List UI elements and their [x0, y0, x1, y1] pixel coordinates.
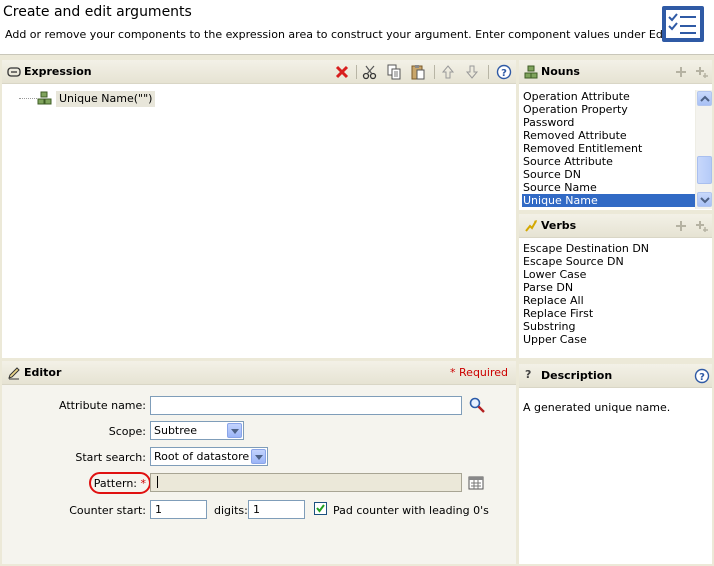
- list-item[interactable]: Escape Destination DN: [523, 242, 649, 255]
- help-icon[interactable]: ?: [694, 368, 710, 384]
- add-icon[interactable]: [675, 220, 687, 232]
- search-icon[interactable]: [468, 396, 486, 414]
- nouns-panel: Nouns Operation Attribute Operation Prop…: [519, 60, 712, 210]
- start-search-value: Root of datastore: [154, 450, 250, 463]
- start-search-label: Start search:: [75, 451, 146, 464]
- description-title: Description: [541, 369, 613, 382]
- description-text: A generated unique name.: [523, 401, 671, 414]
- editor-header: Editor * Required: [2, 361, 516, 385]
- svg-text:?: ?: [501, 68, 507, 79]
- cut-icon[interactable]: [362, 64, 378, 80]
- checklist-banner-icon: [662, 6, 704, 42]
- digits-input[interactable]: [248, 500, 305, 519]
- description-panel: ? Description ? A generated unique name.: [519, 364, 712, 564]
- scope-select[interactable]: Subtree: [150, 421, 244, 440]
- counter-start-label: Counter start:: [69, 504, 146, 517]
- nouns-title: Nouns: [541, 65, 580, 78]
- attribute-name-input[interactable]: [150, 396, 462, 415]
- list-item[interactable]: Operation Property: [523, 103, 628, 116]
- pad-counter-checkbox[interactable]: [314, 502, 327, 515]
- editor-panel: Editor * Required Attribute name: Scope:…: [2, 361, 516, 564]
- list-item[interactable]: Removed Entitlement: [523, 142, 642, 155]
- svg-text:?: ?: [699, 372, 705, 383]
- list-item[interactable]: Password: [523, 116, 574, 129]
- chevron-up-icon: [700, 95, 710, 102]
- list-item[interactable]: Replace All: [523, 294, 584, 307]
- move-down-icon[interactable]: [464, 64, 480, 80]
- delete-icon[interactable]: [334, 64, 350, 80]
- list-item[interactable]: Source DN: [523, 168, 581, 181]
- chevron-down-icon[interactable]: [227, 423, 242, 438]
- counter-start-input[interactable]: [150, 500, 207, 519]
- expression-title: Expression: [24, 65, 92, 78]
- pad-counter-label: Pad counter with leading 0's: [333, 504, 489, 517]
- scroll-up-button[interactable]: [697, 91, 712, 106]
- verbs-panel: Verbs Escape Destination DN Escape Sourc…: [519, 214, 712, 358]
- expression-header: Expression ?: [2, 60, 516, 84]
- list-item[interactable]: Lower Case: [523, 268, 586, 281]
- lightning-icon: [525, 220, 537, 232]
- help-icon[interactable]: ?: [496, 64, 512, 80]
- start-search-select[interactable]: Root of datastore: [150, 447, 268, 466]
- editor-title: Editor: [24, 366, 62, 379]
- list-item[interactable]: Operation Attribute: [523, 90, 630, 103]
- add-child-icon[interactable]: [696, 220, 708, 232]
- noun-node-icon: [37, 91, 52, 105]
- text-cursor: [157, 476, 158, 488]
- tree-connector: [19, 98, 37, 99]
- list-item[interactable]: Source Name: [523, 181, 597, 194]
- page-header: Create and edit arguments Add or remove …: [0, 0, 714, 55]
- attribute-name-label: Attribute name:: [59, 399, 146, 412]
- scroll-down-button[interactable]: [697, 192, 712, 207]
- pattern-label: Pattern:: [93, 477, 137, 490]
- nouns-scrollbar[interactable]: [695, 90, 712, 209]
- nouns-icon: [524, 65, 538, 79]
- pattern-builder-icon[interactable]: [468, 475, 484, 491]
- pattern-required-mark: *: [140, 477, 147, 490]
- expression-panel: Expression ? Unique Name(""): [2, 60, 516, 358]
- scope-label: Scope:: [108, 425, 146, 438]
- list-item[interactable]: Escape Source DN: [523, 255, 624, 268]
- paste-icon[interactable]: [410, 64, 426, 80]
- pattern-label-row: Pattern: *: [6, 477, 146, 490]
- list-item[interactable]: Source Attribute: [523, 155, 613, 168]
- required-legend: * Required: [450, 366, 508, 379]
- scroll-thumb[interactable]: [697, 156, 712, 184]
- list-item[interactable]: Removed Attribute: [523, 129, 627, 142]
- scope-value: Subtree: [154, 424, 198, 437]
- copy-icon[interactable]: [386, 64, 402, 80]
- expression-icon: [7, 67, 21, 77]
- list-item[interactable]: Upper Case: [523, 333, 587, 346]
- description-header: ? Description ?: [519, 364, 712, 388]
- verbs-header: Verbs: [519, 214, 712, 238]
- list-item[interactable]: Parse DN: [523, 281, 573, 294]
- add-icon[interactable]: [675, 66, 687, 78]
- add-child-icon[interactable]: [696, 66, 708, 78]
- verbs-title: Verbs: [541, 219, 577, 232]
- checkmark-icon: [316, 504, 325, 513]
- page-subtitle: Add or remove your components to the exp…: [5, 28, 684, 41]
- list-item[interactable]: Substring: [523, 320, 576, 333]
- question-mark-icon: ?: [525, 368, 532, 381]
- list-item-selected[interactable]: Unique Name: [522, 194, 696, 207]
- chevron-down-icon[interactable]: [251, 449, 266, 464]
- pencil-icon: [8, 367, 20, 380]
- pattern-input[interactable]: [150, 473, 462, 492]
- move-up-icon[interactable]: [440, 64, 456, 80]
- nouns-header: Nouns: [519, 60, 712, 84]
- chevron-down-icon: [700, 197, 710, 204]
- page-title: Create and edit arguments: [3, 4, 192, 20]
- list-item[interactable]: Replace First: [523, 307, 593, 320]
- tree-node-unique-name[interactable]: Unique Name(""): [56, 91, 156, 107]
- digits-label: digits:: [214, 504, 248, 517]
